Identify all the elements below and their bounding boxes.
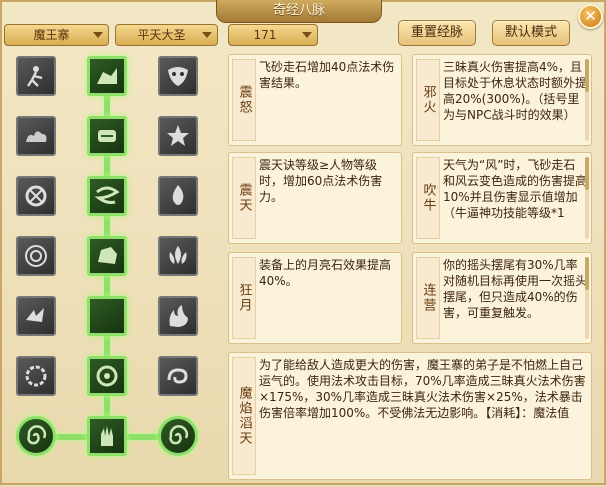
skill-node-r1c2[interactable] [87, 56, 127, 96]
sun-seal-icon [25, 185, 47, 207]
window-title: 奇经八脉 [216, 0, 382, 23]
talent-card[interactable]: 连营 你的摇头摆尾有30%几率对随机目标再使用一次摇头摆尾，但只造成40%的伤害… [412, 252, 592, 344]
skill-node-r4c2[interactable] [87, 236, 127, 276]
talent-name: 邪火 [416, 59, 440, 141]
skill-node-r3c1[interactable] [16, 176, 56, 216]
charge-icon [26, 308, 44, 322]
card-scrollbar[interactable] [585, 257, 589, 339]
sect-dropdown-value: 魔王寨 [33, 28, 70, 42]
talent-desc: 三昧真火伤害提高4%，且目标处于休息状态时额外提高20%(300%)。（括号里为… [443, 60, 587, 122]
default-mode-button[interactable]: 默认模式 [492, 20, 570, 46]
talent-desc: 装备上的月亮石效果提高40%。 [259, 258, 392, 288]
talent-name: 震怒 [232, 59, 256, 141]
talent-desc: 天气为“风”时，飞砂走石和风云变色造成的伤害提高10%并且伤害显示值增加（牛逼神… [443, 158, 587, 220]
ring-fire-icon [25, 365, 47, 387]
talent-card-major[interactable]: 魔焰滔天 为了能给敌人造成更大的伤害，魔王寨的弟子是不怕燃上自己运气的。使用法术… [228, 352, 592, 480]
talent-desc: 震天诀等级≥人物等级时，增加60点法术伤害力。 [259, 158, 383, 204]
skill-node-r3c3[interactable] [158, 176, 198, 216]
talent-name: 狂月 [232, 257, 256, 339]
fire-lotus-icon [169, 246, 187, 264]
blaze-icon [169, 305, 188, 327]
skill-node-r7c2[interactable] [87, 416, 127, 456]
talent-desc: 你的摇头摆尾有30%几率对随机目标再使用一次摇头摆尾，但只造成40%的伤害，可重… [443, 258, 587, 320]
skill-node-r6c1[interactable] [16, 356, 56, 396]
crescent-moon-icon [101, 306, 111, 326]
skill-node-r7c1[interactable] [16, 416, 56, 456]
meridian-window: 奇经八脉 ✕ 魔王寨 平天大圣 171 重置经脉 默认模式 震怒 飞砂走石增加4… [0, 0, 606, 485]
talent-card[interactable]: 邪火 三昧真火伤害提高4%，且目标处于休息状态时额外提高20%(300%)。（括… [412, 54, 592, 146]
spiral-orb-icon [169, 425, 189, 445]
rune-disc-icon [25, 245, 47, 267]
close-button[interactable]: ✕ [578, 4, 603, 29]
sect-dropdown[interactable]: 魔王寨 [4, 24, 109, 46]
spiral-orb-icon [27, 425, 47, 445]
talent-card[interactable]: 吹牛 天气为“风”时，飞砂走石和风云变色造成的伤害提高10%并且伤害显示值增加（… [412, 152, 592, 244]
smoke-cloud-icon [26, 131, 47, 142]
skill-node-r1c1[interactable] [16, 56, 56, 96]
swirl-cloud-icon [167, 368, 188, 384]
skill-node-r6c3[interactable] [158, 356, 198, 396]
talent-card[interactable]: 震天 震天诀等级≥人物等级时，增加60点法术伤害力。 [228, 152, 402, 244]
card-scrollbar[interactable] [585, 59, 589, 141]
whirlwind-icon [94, 186, 120, 204]
talent-desc: 飞砂走石增加40点法术伤害结果。 [259, 60, 395, 90]
chevron-down-icon [302, 32, 312, 38]
rock-slam-icon [97, 68, 117, 84]
running-figure-icon [27, 66, 43, 87]
burst-icon [167, 125, 189, 146]
flame-hand-icon [101, 426, 113, 446]
skill-node-r1c3[interactable] [158, 56, 198, 96]
talent-name: 吹牛 [416, 157, 440, 239]
skill-node-r4c1[interactable] [16, 236, 56, 276]
skill-node-r5c3[interactable] [158, 296, 198, 336]
scroll-blast-icon [98, 130, 116, 142]
chevron-down-icon [93, 32, 103, 38]
talent-name: 震天 [232, 157, 256, 239]
skill-node-r7c3[interactable] [158, 416, 198, 456]
skill-tree [2, 50, 222, 487]
demon-mask-icon [168, 67, 188, 86]
card-scrollbar[interactable] [585, 157, 589, 239]
skill-node-r6c2[interactable] [87, 356, 127, 396]
stone-icon [98, 247, 117, 264]
skill-node-r2c2[interactable] [87, 116, 127, 156]
skill-dropdown-value: 平天大圣 [137, 28, 186, 42]
talent-card[interactable]: 狂月 装备上的月亮石效果提高40%。 [228, 252, 402, 344]
skill-node-r4c3[interactable] [158, 236, 198, 276]
skill-node-r5c2[interactable] [87, 296, 127, 336]
beast-ring-icon [96, 365, 118, 387]
skill-node-r5c1[interactable] [16, 296, 56, 336]
flame-icon [172, 185, 184, 205]
level-value: 171 [253, 28, 277, 42]
reset-meridian-button[interactable]: 重置经脉 [398, 20, 476, 46]
skill-node-r2c1[interactable] [16, 116, 56, 156]
skill-node-r3c2[interactable] [87, 176, 127, 216]
talent-name: 魔焰滔天 [232, 357, 256, 475]
talent-card[interactable]: 震怒 飞砂走石增加40点法术伤害结果。 [228, 54, 402, 146]
skill-dropdown[interactable]: 平天大圣 [115, 24, 218, 46]
talent-desc: 为了能给敌人造成更大的伤害，魔王寨的弟子是不怕燃上自己运气的。使用法术攻击目标，… [259, 358, 586, 420]
talent-name: 连营 [416, 257, 440, 339]
level-dropdown[interactable]: 171 [228, 24, 318, 46]
skill-node-r2c3[interactable] [158, 116, 198, 156]
chevron-down-icon [202, 32, 212, 38]
